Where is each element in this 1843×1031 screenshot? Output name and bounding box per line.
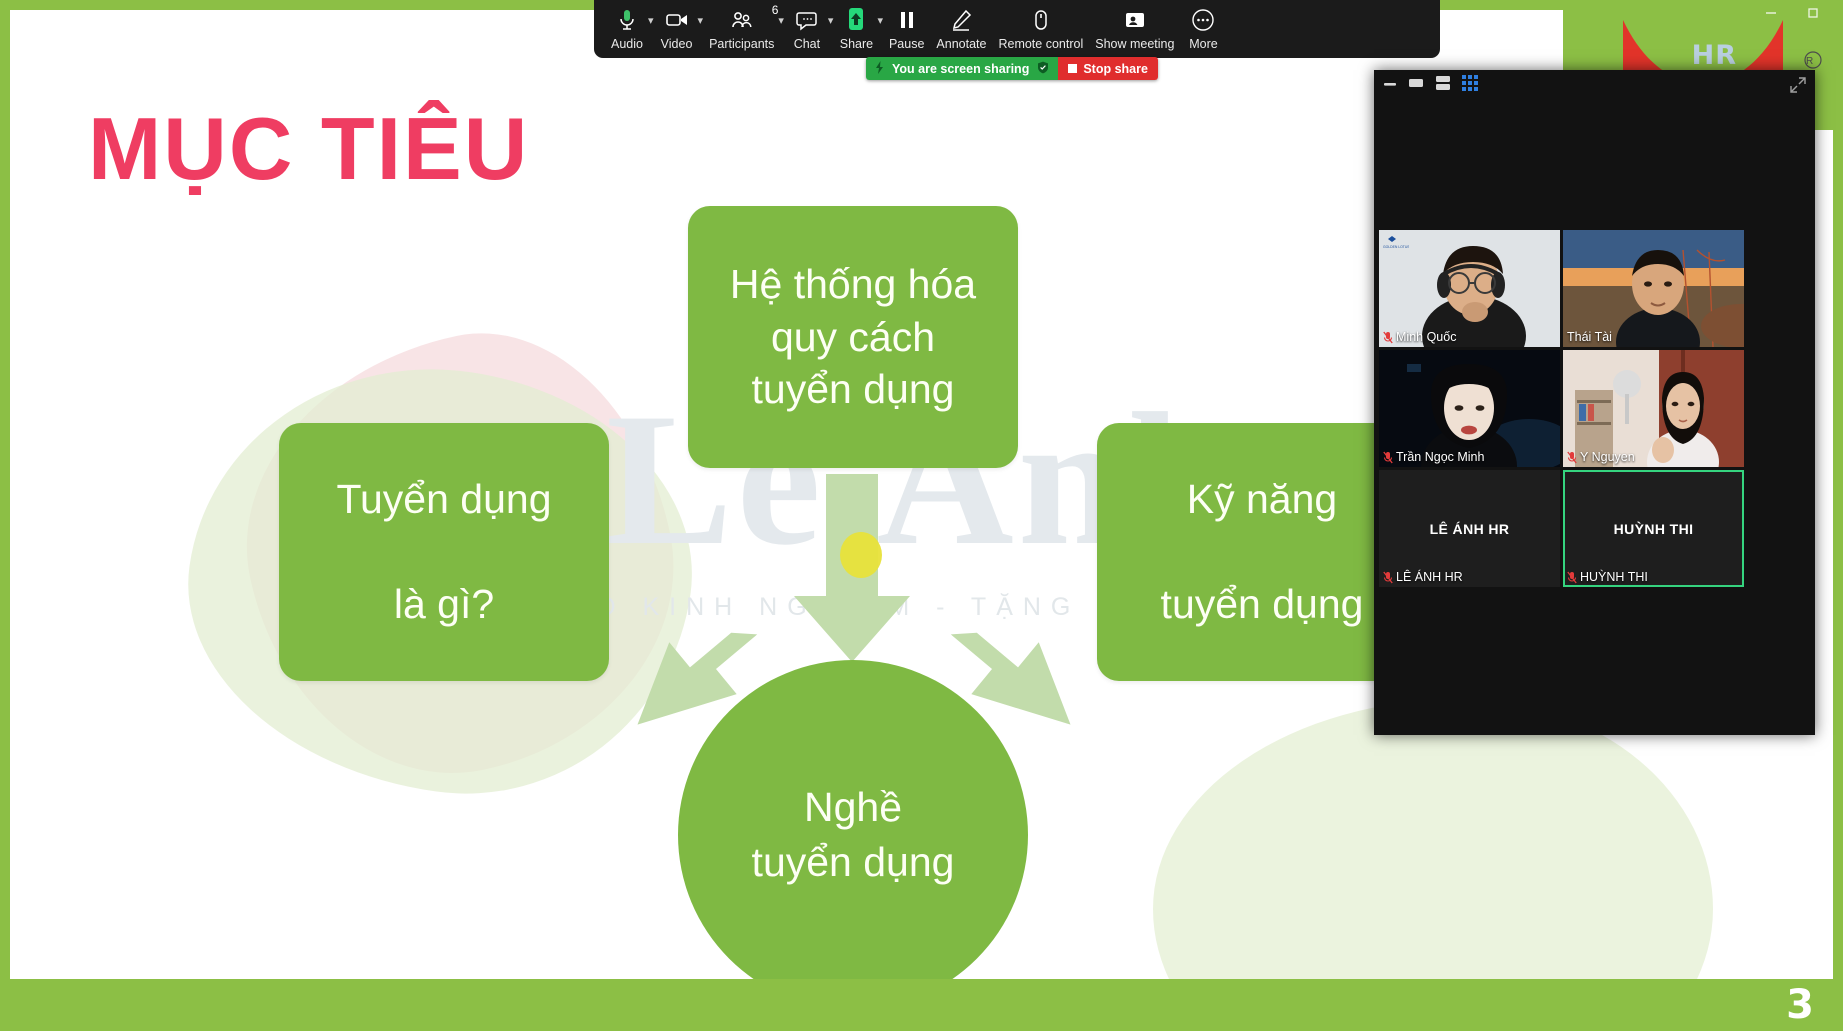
participants-button[interactable]: 6 Participants [703, 3, 780, 51]
tile-corporate-logo: GOLDEN LOTUS [1383, 234, 1410, 252]
mic-muted-icon [1383, 331, 1393, 344]
participant-tile-y-nguyen[interactable]: Y Nguyen [1563, 350, 1744, 467]
zoom-meeting-toolbar: Audio ▾ Video ▾ 6 Participants ▾ Chat ▾ … [594, 0, 1440, 58]
share-button[interactable]: Share [833, 4, 879, 51]
remote-control-label: Remote control [998, 37, 1084, 51]
slide-footer-bar: 3 [0, 979, 1843, 1031]
toolbar-group-chat: Chat ▾ [784, 4, 833, 51]
participant-tile-thai-tai[interactable]: Thái Tài [1563, 230, 1744, 347]
ellipsis-icon [1190, 7, 1216, 33]
mouse-cursor-highlight [840, 532, 882, 578]
participant-name: Thái Tài [1567, 330, 1612, 344]
minimize-panel-button[interactable] [1382, 76, 1398, 90]
participant-grid: GOLDEN LOTUS Minh Quốc Thái Tài Trần Ngọ… [1379, 230, 1811, 590]
diagram-center-label: Nghề tuyển dụng [751, 783, 955, 885]
window-controls [1749, 0, 1835, 30]
pencil-icon [949, 7, 973, 33]
participant-name-label: HUỲNH THI [1580, 570, 1648, 584]
toolbar-group-video: Video ▾ [654, 4, 703, 51]
side-by-side-view-button[interactable] [1434, 75, 1452, 91]
participants-icon [729, 7, 755, 33]
chat-bubble-icon [795, 7, 819, 33]
participant-row: Trần Ngọc Minh Y Nguyen [1379, 350, 1811, 467]
minimize-window-button[interactable] [1763, 5, 1779, 26]
chat-button[interactable]: Chat [784, 4, 830, 51]
video-panel-header [1374, 70, 1815, 96]
bolt-icon [875, 60, 884, 77]
mic-muted-icon [1567, 571, 1577, 584]
microphone-icon [616, 7, 638, 33]
mouse-icon [1031, 7, 1051, 33]
mic-muted-icon [1383, 571, 1393, 584]
pause-button[interactable]: Pause [883, 4, 930, 51]
participant-tile-tran-ngoc-minh[interactable]: Trần Ngọc Minh [1379, 350, 1560, 467]
expand-arrows-icon[interactable] [1789, 76, 1807, 99]
participant-name-label: Thái Tài [1567, 330, 1612, 344]
participant-name: HUỲNH THI [1567, 570, 1648, 584]
show-meeting-icon [1122, 7, 1148, 33]
show-meeting-button[interactable]: Show meeting [1089, 4, 1180, 51]
more-button[interactable]: More [1180, 4, 1226, 51]
video-button[interactable]: Video [654, 4, 700, 51]
slide-title: MỤC TIÊU [88, 99, 530, 198]
audio-label: Audio [611, 37, 643, 51]
mic-muted-icon [1383, 451, 1393, 464]
brand-hr-text: HR [1691, 40, 1737, 71]
diagram-center-circle: Nghề tuyển dụng [678, 660, 1028, 979]
participants-count-badge: 6 [771, 3, 779, 17]
diagram-box-right-label: Kỹ năng tuyển dụng [1160, 476, 1364, 628]
participant-name: Y Nguyen [1567, 450, 1635, 464]
remote-control-button[interactable]: Remote control [992, 4, 1089, 51]
participant-name-label: Minh Quốc [1396, 330, 1457, 344]
more-label: More [1189, 37, 1218, 51]
share-label: Share [839, 37, 874, 51]
diagram-box-top-label: Hệ thống hóa quy cách tuyển dụng [729, 261, 977, 413]
mic-muted-icon [1567, 451, 1577, 464]
participant-name-label: LÊ ÁNH HR [1396, 570, 1463, 584]
participant-row: LÊ ÁNH HR LÊ ÁNH HR HUỲNH THI HUỲNH THI [1379, 470, 1811, 587]
participant-name: Trần Ngọc Minh [1383, 450, 1484, 464]
participant-row: GOLDEN LOTUS Minh Quốc Thái Tài [1379, 230, 1811, 347]
share-screen-icon [844, 7, 868, 33]
stop-square-icon [1068, 64, 1078, 73]
gallery-view-button[interactable] [1461, 74, 1479, 92]
annotate-button[interactable]: Annotate [930, 4, 992, 51]
svg-text:R: R [1806, 56, 1813, 67]
sharing-status: You are screen sharing [866, 57, 1059, 80]
restore-window-button[interactable] [1805, 5, 1821, 26]
participant-name: Minh Quốc [1383, 330, 1456, 344]
participants-label: Participants [709, 37, 775, 51]
svg-text:GOLDEN LOTUS: GOLDEN LOTUS [1383, 245, 1409, 249]
stop-share-button[interactable]: Stop share [1058, 57, 1158, 80]
shield-check-icon [1037, 61, 1049, 77]
video-label: Video [660, 37, 693, 51]
slide-page-number: 3 [1786, 982, 1815, 1028]
participant-name: LÊ ÁNH HR [1383, 570, 1463, 584]
participant-tile-minh-quoc[interactable]: GOLDEN LOTUS Minh Quốc [1379, 230, 1560, 347]
screen-root: R HR Lê Ánh TRAO KINH NGHIỆM - TẶNG TƯƠN… [0, 0, 1843, 1031]
chat-label: Chat [793, 37, 821, 51]
participant-tile-huynh-thi[interactable]: HUỲNH THI HUỲNH THI [1563, 470, 1744, 587]
stop-share-label: Stop share [1083, 61, 1148, 76]
toolbar-group-share: Share ▾ [833, 4, 883, 51]
decor-green-swoosh-right [1153, 699, 1713, 979]
participant-name-label: Y Nguyen [1580, 450, 1635, 464]
screen-sharing-banner: You are screen sharing Stop share [866, 57, 1158, 80]
diagram-box-left-label: Tuyển dụng là gì? [336, 476, 552, 628]
participant-name-label: Trần Ngọc Minh [1396, 450, 1485, 464]
toolbar-group-audio: Audio ▾ [604, 4, 654, 51]
participant-tile-le-anh-hr[interactable]: LÊ ÁNH HR LÊ ÁNH HR [1379, 470, 1560, 587]
camera-icon [664, 7, 690, 33]
pause-label: Pause [888, 37, 925, 51]
speaker-view-button[interactable] [1407, 76, 1425, 90]
sharing-status-label: You are screen sharing [892, 61, 1030, 76]
diagram-box-left: Tuyển dụng là gì? [279, 423, 609, 681]
show-meeting-label: Show meeting [1095, 37, 1175, 51]
annotate-label: Annotate [936, 37, 987, 51]
video-gallery-panel: GOLDEN LOTUS Minh Quốc Thái Tài Trần Ngọ… [1374, 70, 1815, 735]
audio-button[interactable]: Audio [604, 4, 650, 51]
diagram-box-top: Hệ thống hóa quy cách tuyển dụng [688, 206, 1018, 468]
toolbar-group-participants: 6 Participants ▾ [703, 3, 784, 51]
pause-icon [896, 7, 918, 33]
